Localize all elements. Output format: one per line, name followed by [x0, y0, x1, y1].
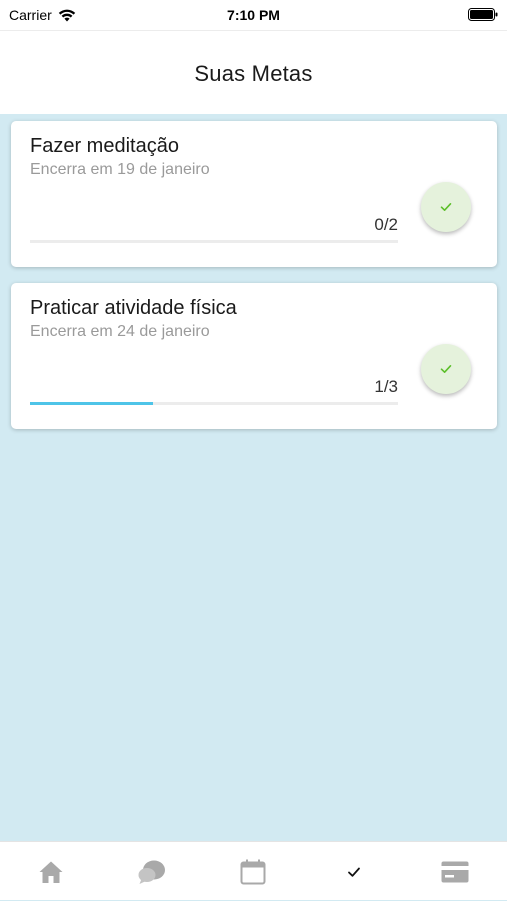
calendar-icon: [240, 859, 265, 884]
battery-icon: [468, 8, 498, 21]
nav-bar: Suas Metas: [0, 30, 507, 114]
page-title: Suas Metas: [194, 60, 313, 86]
tab-chat[interactable]: [101, 842, 202, 901]
complete-goal-button[interactable]: [421, 344, 471, 394]
goal-progress-count: 1/3: [374, 377, 398, 396]
chat-icon: [138, 860, 165, 884]
goal-title: Fazer meditação: [30, 135, 179, 157]
goal-deadline: Encerra em 24 de janeiro: [30, 323, 210, 340]
check-icon: [440, 365, 452, 373]
progress-bar: [30, 240, 398, 243]
tab-payment[interactable]: [404, 842, 505, 901]
progress-bar-fill: [30, 402, 153, 405]
check-icon: [347, 867, 360, 877]
tab-home[interactable]: [0, 842, 101, 901]
tab-calendar[interactable]: [202, 842, 303, 901]
goal-progress-count: 0/2: [374, 215, 398, 234]
status-bar: Carrier 7:10 PM: [0, 0, 507, 30]
card-icon: [441, 861, 468, 882]
tab-goals[interactable]: [303, 842, 404, 901]
check-icon: [440, 203, 452, 211]
complete-goal-button[interactable]: [421, 182, 471, 232]
goal-deadline: Encerra em 19 de janeiro: [30, 161, 210, 178]
goal-card[interactable]: Praticar atividade física Encerra em 24 …: [11, 283, 497, 429]
goal-title: Praticar atividade física: [30, 297, 237, 319]
home-icon: [39, 861, 62, 883]
status-time: 7:10 PM: [227, 7, 280, 23]
tab-bar: [0, 841, 507, 900]
progress-bar: [30, 402, 398, 405]
goal-card[interactable]: Fazer meditação Encerra em 19 de janeiro…: [11, 121, 497, 267]
